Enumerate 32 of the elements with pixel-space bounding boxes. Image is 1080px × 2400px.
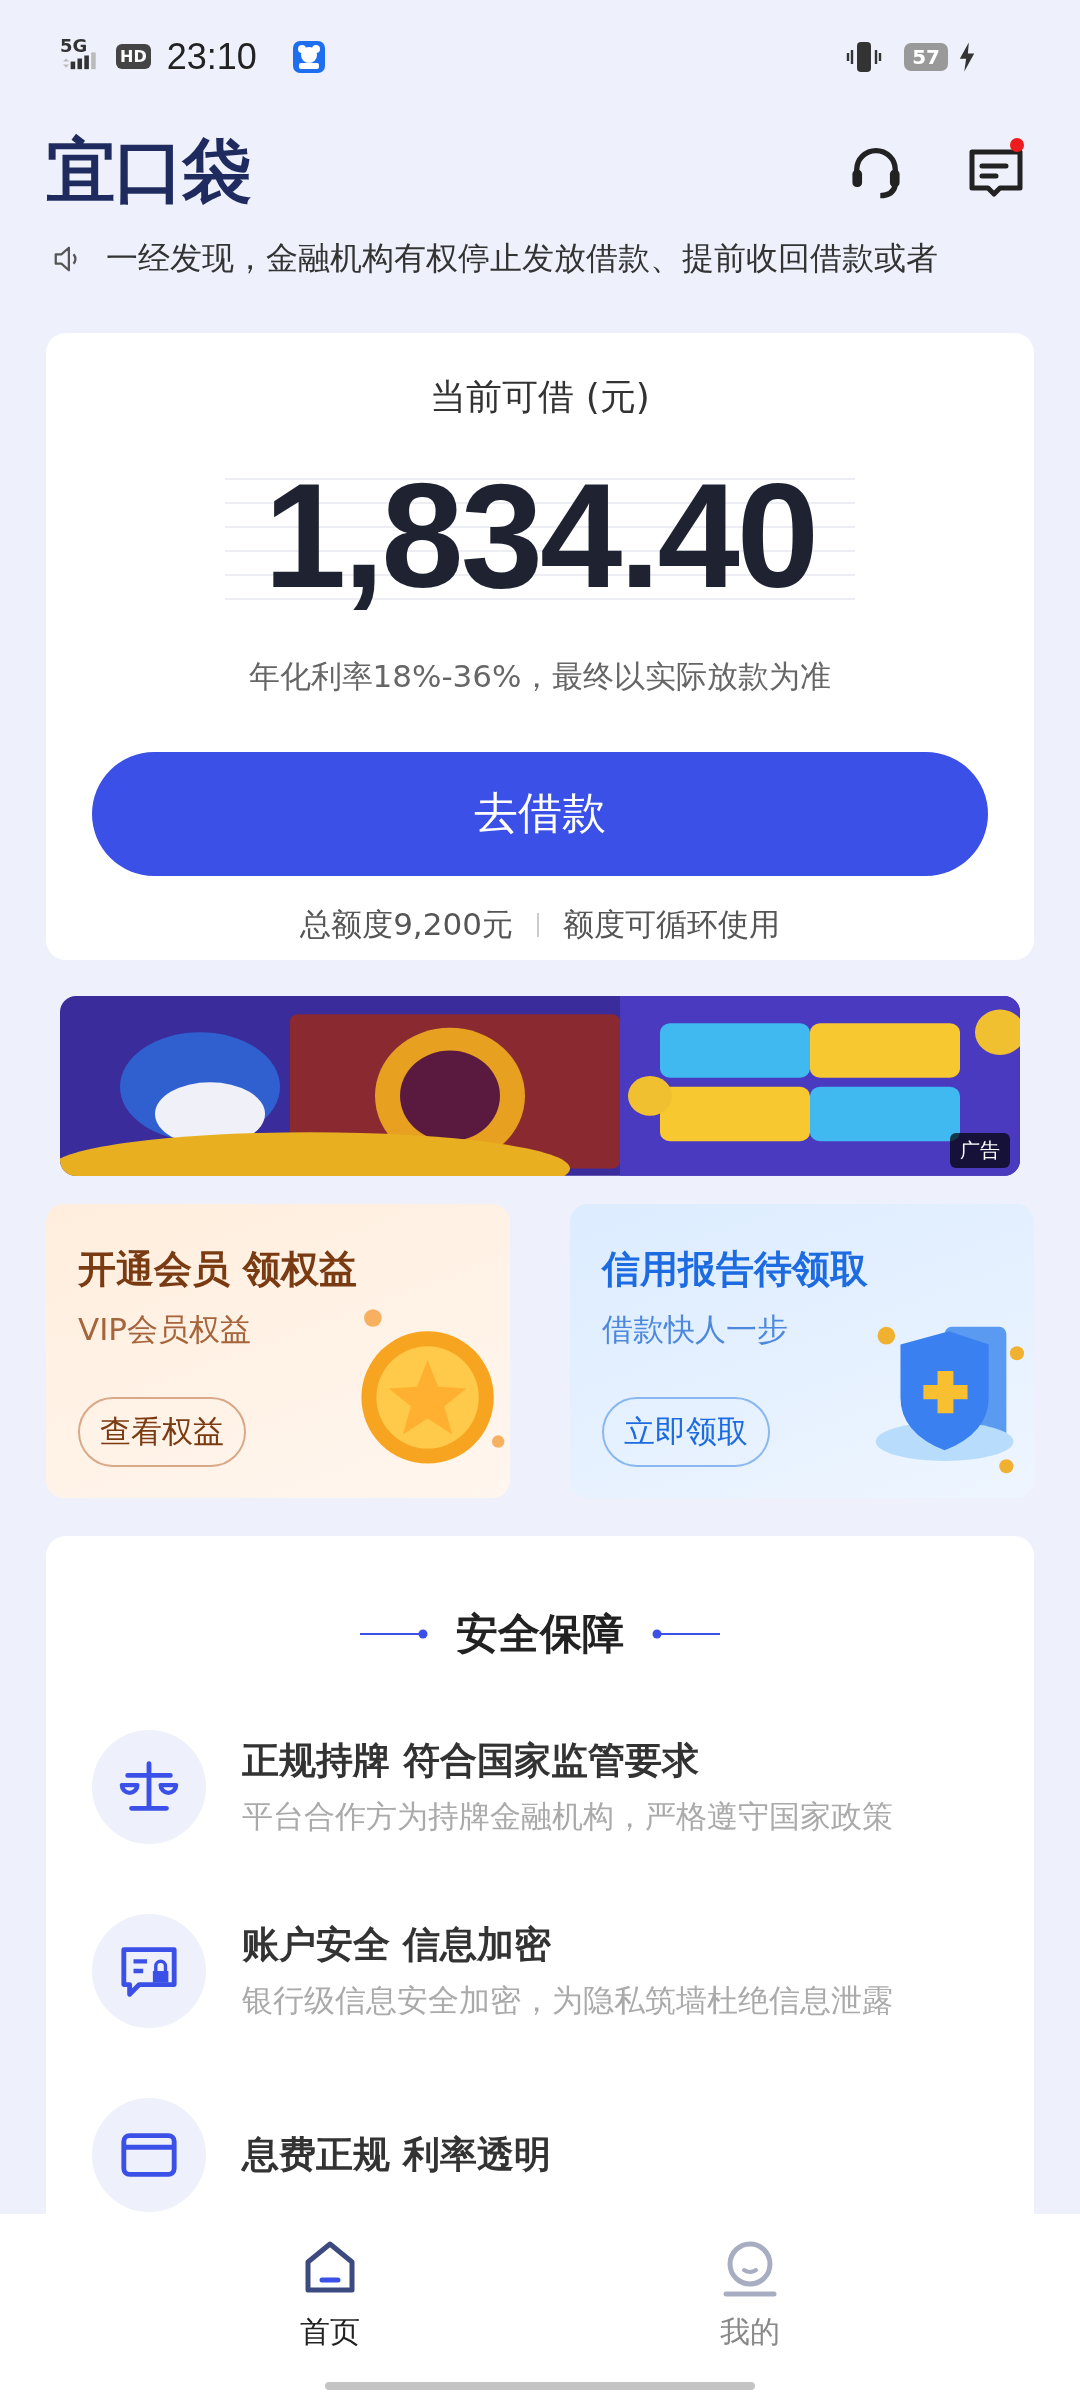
available-label: 当前可借 (元) xyxy=(430,374,650,419)
clock-time: 23:10 xyxy=(166,35,257,78)
borrow-button[interactable]: 去借款 xyxy=(92,751,988,876)
promo-card[interactable]: 信用报告待领取 借款快人一步 立即领取 xyxy=(570,1204,1034,1498)
rate-text: 年化利率18%-36%，最终以实际放款为准 xyxy=(248,656,832,696)
battery-level: 57 xyxy=(904,42,948,71)
available-amount: 1,834.40 xyxy=(263,461,817,610)
app-notification-icon xyxy=(292,40,325,73)
charging-icon xyxy=(958,41,976,72)
limit-note: 额度可循环使用 xyxy=(562,904,780,944)
section-title: 安全保障 xyxy=(456,1608,624,1660)
hd-badge: HD xyxy=(116,44,151,70)
promo-button[interactable]: 立即领取 xyxy=(602,1397,770,1467)
feature-description: 银行级信息安全加密，为隐私筑墙杜绝信息泄露 xyxy=(242,1981,893,2020)
promo-subtitle: VIP会员权益 xyxy=(78,1310,252,1349)
promo-title: 开通会员 领权益 xyxy=(78,1246,358,1293)
feature-title: 账户安全 信息加密 xyxy=(242,1922,552,1968)
promo-subtitle: 借款快人一步 xyxy=(602,1310,788,1349)
feature-description: 平台合作方为持牌金融机构，严格遵守国家政策 xyxy=(242,1797,893,1836)
feature-title: 息费正规 利率透明 xyxy=(242,2132,551,2178)
promo-card[interactable]: 开通会员 领权益 VIP会员权益 查看权益 xyxy=(46,1204,510,1498)
ad-banner[interactable]: 广告 xyxy=(60,996,1020,1176)
feature-title: 正规持牌 符合国家监管要求 xyxy=(242,1738,700,1784)
network-label: 5G xyxy=(60,35,89,57)
promo-title: 信用报告待领取 xyxy=(602,1246,868,1293)
tab-bar-item[interactable]: 首页 xyxy=(270,2238,390,2353)
total-limit: 总额度9,200元 xyxy=(300,904,513,944)
ad-tag: 广告 xyxy=(950,1133,1010,1168)
app-logo: 宜口袋 xyxy=(46,129,250,215)
promo-button[interactable]: 查看权益 xyxy=(78,1397,246,1467)
notice-text: 一经发现，金融机构有权停止发放借款、提前收回借款或者 xyxy=(106,238,938,280)
tab-bar-item[interactable]: 我的 xyxy=(690,2238,810,2353)
